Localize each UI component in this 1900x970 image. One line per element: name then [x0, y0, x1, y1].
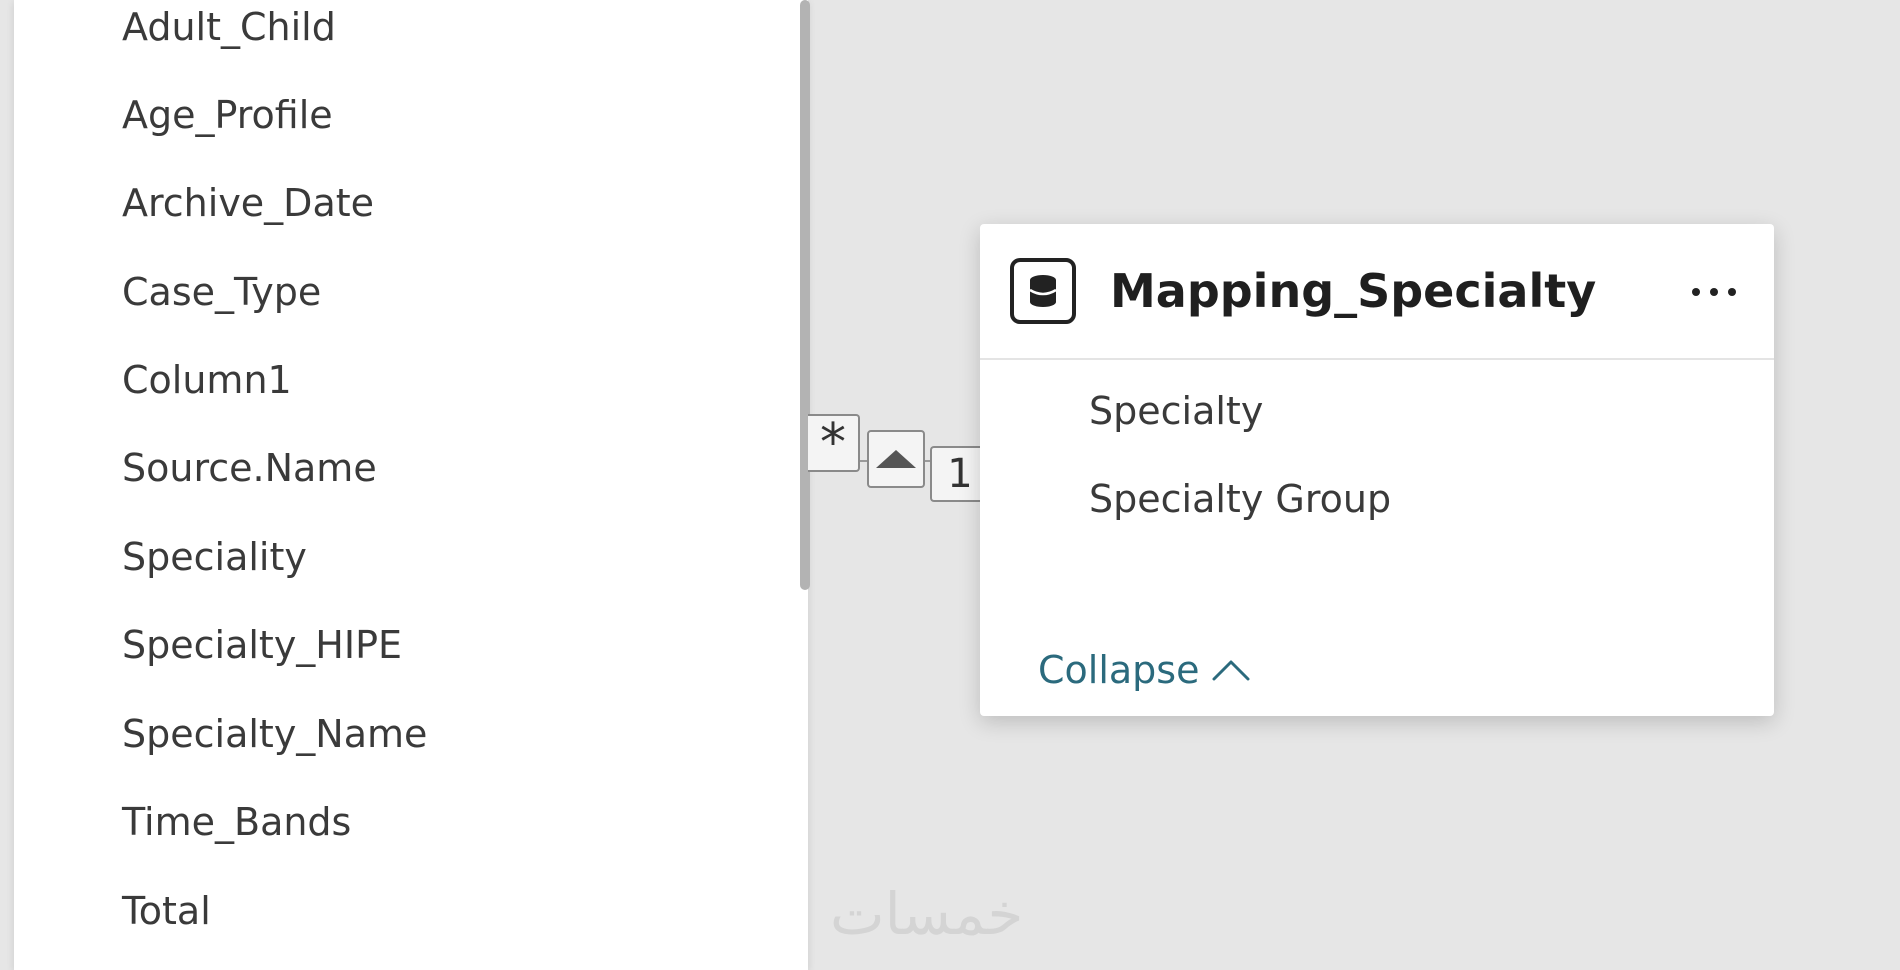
watermark: خمسات [830, 880, 1024, 948]
column-item[interactable]: Archive_Date [122, 184, 374, 222]
collapse-button[interactable]: Collapse [1038, 648, 1251, 692]
asterisk-icon: * [820, 413, 846, 473]
column-item[interactable]: Time_Bands [122, 803, 351, 841]
mapping-specialty-table-card[interactable]: Mapping_Specialty Specialty Specialty Gr… [980, 224, 1774, 716]
filter-direction-marker[interactable] [867, 430, 925, 488]
database-icon [1010, 258, 1076, 324]
chevron-up-icon [1212, 660, 1250, 681]
one-label: 1 [947, 451, 973, 497]
column-item[interactable]: Column1 [122, 361, 292, 399]
model-canvas[interactable]: Adult_Child Age_Profile Archive_Date Cas… [0, 0, 1900, 970]
source-table-card: Adult_Child Age_Profile Archive_Date Cas… [14, 0, 810, 970]
table-card-header: Mapping_Specialty [980, 224, 1774, 360]
column-item[interactable]: Specialty_Name [122, 715, 427, 753]
more-options-button[interactable] [1684, 272, 1744, 312]
column-item[interactable]: Case_Type [122, 273, 321, 311]
column-item[interactable]: Source.Name [122, 449, 377, 487]
field-item[interactable]: Specialty Group [1089, 480, 1391, 518]
column-item[interactable]: Speciality [122, 538, 307, 576]
vertical-scrollbar[interactable] [800, 0, 810, 590]
more-horizontal-icon [1692, 288, 1736, 296]
column-item[interactable]: Adult_Child [122, 8, 336, 46]
column-item[interactable]: Age_Profile [122, 96, 333, 134]
column-item[interactable]: Total [122, 892, 211, 930]
triangle-up-icon [876, 450, 916, 468]
field-item[interactable]: Specialty [1089, 392, 1263, 430]
collapse-label: Collapse [1038, 648, 1200, 692]
many-cardinality-marker: * [808, 413, 860, 473]
column-item[interactable]: Specialty_HIPE [122, 626, 402, 664]
table-title: Mapping_Specialty [1110, 264, 1597, 318]
